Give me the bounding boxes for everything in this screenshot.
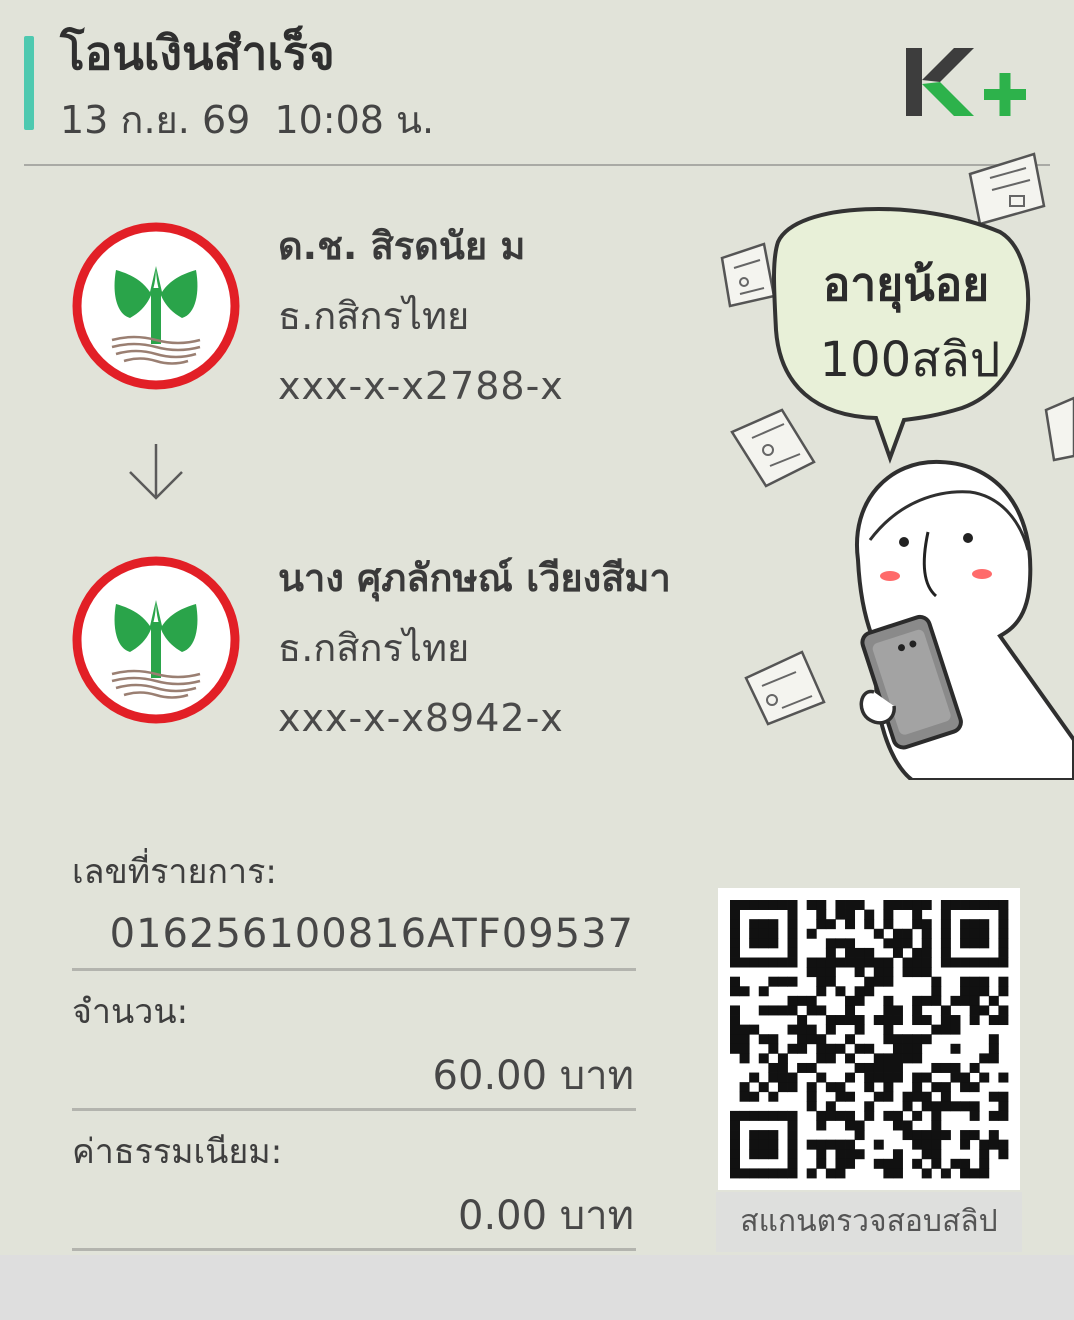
transfer-slip: โอนเงินสำเร็จ 13 ก.ย. 69 10:08 น. ด.ช. ส… — [0, 0, 1074, 1255]
amount-value: 60.00 บาท — [432, 1053, 634, 1099]
receiver-bank: ธ.กสิกรไทย — [278, 626, 470, 670]
page-title: โอนเงินสำเร็จ — [60, 26, 335, 80]
bottom-bar — [0, 1255, 1074, 1320]
reference-label: เลขที่รายการ: — [72, 852, 277, 892]
title-accent-bar — [24, 36, 34, 130]
reference-number: 016256100816ATF09537 — [109, 911, 634, 957]
qr-code-icon — [730, 900, 1009, 1179]
arrow-down-icon — [129, 444, 183, 500]
speech-line-1: อายุน้อย — [823, 257, 989, 313]
receiver-bank-logo-icon — [72, 556, 240, 724]
sender-account: xxx-x-x2788-x — [278, 364, 564, 408]
speech-line-2: 100สลิป — [820, 332, 1001, 388]
sender-bank-logo-icon — [72, 222, 240, 390]
receiver-account: xxx-x-x8942-x — [278, 696, 564, 740]
kplus-logo-icon — [906, 48, 1026, 116]
sender-bank: ธ.กสิกรไทย — [278, 294, 470, 338]
mascot-with-phone-icon: อายุน้อย 100สลิป — [720, 152, 1074, 780]
amount-divider — [72, 1108, 636, 1111]
verification-qr-code[interactable] — [718, 888, 1020, 1190]
amount-label: จำนวน: — [72, 992, 189, 1032]
sender-name: ด.ช. สิรดนัย ม — [278, 224, 526, 268]
transaction-datetime: 13 ก.ย. 69 10:08 น. — [60, 98, 435, 142]
receiver-name: นาง ศุภลักษณ์ เวียงสีมา — [278, 556, 671, 600]
fee-divider — [72, 1248, 636, 1251]
qr-caption: สแกนตรวจสอบสลิป — [716, 1192, 1022, 1252]
reference-divider — [72, 968, 636, 971]
fee-label: ค่าธรรมเนียม: — [72, 1132, 283, 1172]
fee-value: 0.00 บาท — [458, 1193, 634, 1239]
